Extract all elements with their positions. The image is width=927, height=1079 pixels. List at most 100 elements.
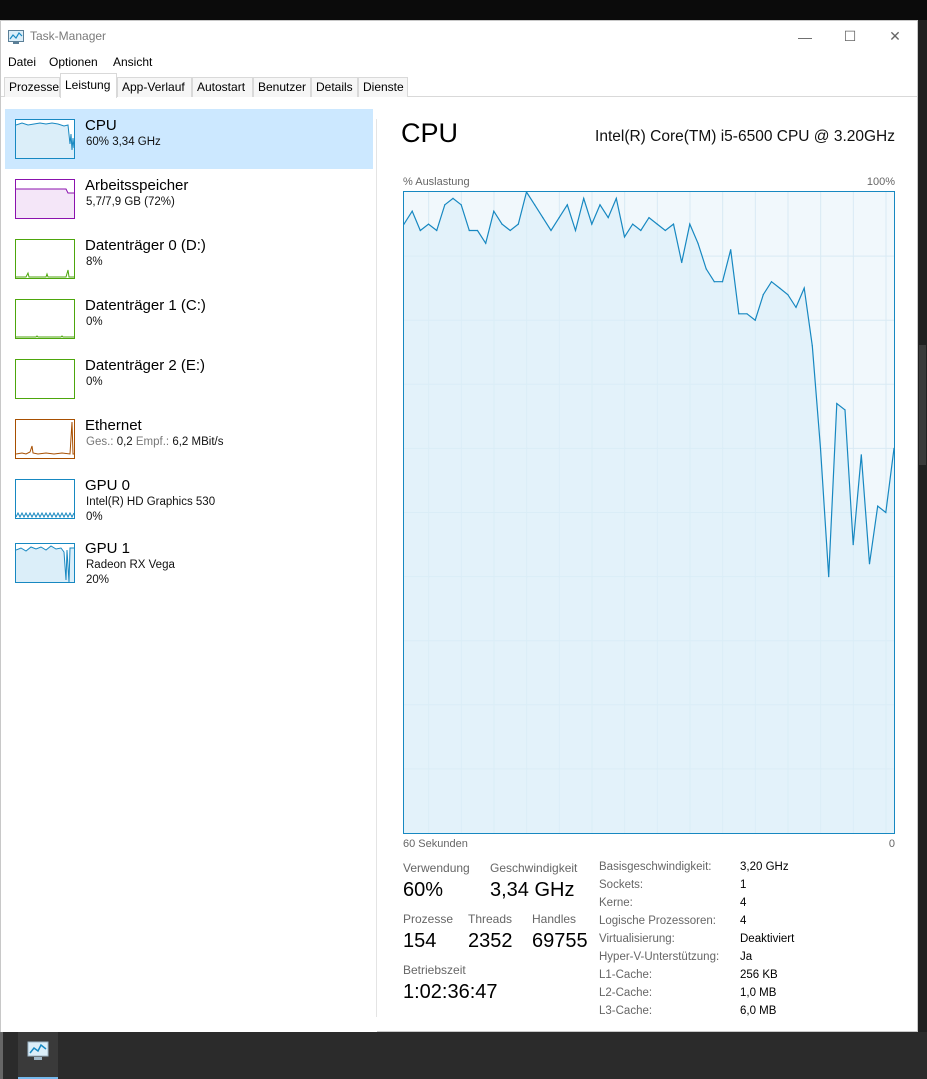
info-label-logical-processors: Logische Prozessoren: xyxy=(599,915,716,927)
speed-label: Geschwindigkeit xyxy=(490,861,578,875)
device-name: GPU 1 xyxy=(85,540,131,557)
y-axis-label: % Auslastung xyxy=(403,176,470,188)
processes-value: 154 xyxy=(403,930,437,952)
cpu-model-name: Intel(R) Core(TM) i5-6500 CPU @ 3.20GHz xyxy=(595,128,895,145)
cpu-usage-point xyxy=(705,268,707,270)
usage-label: Verwendung xyxy=(403,861,470,875)
tab-details[interactable]: Details xyxy=(311,77,358,97)
cpu-usage-point xyxy=(509,229,511,232)
device-item-arbeitsspeicher[interactable]: Arbeitsspeicher 5,7/7,9 GB (72%) xyxy=(5,169,373,229)
minimize-button[interactable]: — xyxy=(782,21,828,52)
ethernet-receive-label: Empf.: xyxy=(135,436,170,448)
info-value-base-speed: 3,20 GHz xyxy=(740,861,789,873)
device-item-datentraeger-0[interactable]: Datenträger 0 (D:) 8% xyxy=(5,229,373,289)
cpu-usage-point xyxy=(770,281,773,283)
tab-benutzer[interactable]: Benutzer xyxy=(253,77,311,97)
cpu-usage-point xyxy=(615,197,617,199)
task-manager-window: Task-Manager — ☐ ✕ Datei Optionen Ansich… xyxy=(0,20,918,1032)
cpu-usage-point xyxy=(844,409,846,411)
handles-value: 69755 xyxy=(532,930,588,952)
device-name: Datenträger 2 (E:) xyxy=(85,357,206,374)
device-status: 20% xyxy=(86,574,110,586)
disk2-thumbnail-graph xyxy=(15,359,75,399)
cpu-usage-point xyxy=(558,217,560,219)
cpu-usage-point xyxy=(738,313,740,315)
cpu-usage-point xyxy=(860,454,862,456)
tab-autostart[interactable]: Autostart xyxy=(192,77,253,97)
cpu-thumbnail-graph xyxy=(15,119,75,159)
tab-prozesse[interactable]: Prozesse xyxy=(4,77,60,97)
device-name: GPU 0 xyxy=(85,477,131,494)
threads-value: 2352 xyxy=(468,930,513,952)
cpu-usage-point xyxy=(485,242,487,244)
cpu-usage-point xyxy=(640,229,642,232)
device-item-gpu-0[interactable]: GPU 0 Intel(R) HD Graphics 530 0% xyxy=(5,469,373,529)
cpu-usage-point xyxy=(460,204,462,206)
device-status: 60% 3,34 GHz xyxy=(86,136,161,148)
menu-ansicht[interactable]: Ansicht xyxy=(113,55,152,69)
cpu-usage-point xyxy=(803,287,805,289)
processes-label: Prozesse xyxy=(403,912,454,926)
device-status: 0% xyxy=(86,316,103,328)
menu-optionen[interactable]: Optionen xyxy=(49,55,98,69)
device-item-ethernet[interactable]: Ethernet Ges.: 0,2 Empf.: 6,2 MBit/s xyxy=(5,409,373,469)
cpu-usage-point xyxy=(689,223,691,225)
cpu-usage-graph xyxy=(403,191,895,834)
info-value-cores: 4 xyxy=(740,897,747,909)
device-name: Arbeitsspeicher xyxy=(85,177,189,194)
cpu-usage-point xyxy=(583,197,585,199)
tab-leistung[interactable]: Leistung xyxy=(60,73,117,98)
info-value-l2-cache: 1,0 MB xyxy=(740,987,777,999)
desktop-top-strip xyxy=(0,0,927,20)
memory-thumbnail-graph xyxy=(15,179,75,219)
device-status: Ges.: 0,2 Empf.: 6,2 MBit/s xyxy=(86,436,223,448)
cpu-usage-point xyxy=(836,402,838,405)
cpu-usage-point xyxy=(885,511,887,514)
device-name: Datenträger 0 (D:) xyxy=(85,237,206,254)
disk0-thumbnail-graph xyxy=(15,239,75,279)
speed-value: 3,34 GHz xyxy=(490,879,575,901)
ethernet-send-value: 0,2 xyxy=(116,436,133,448)
device-item-datentraeger-2[interactable]: Datenträger 2 (E:) 0% xyxy=(5,349,373,409)
title-bar[interactable]: Task-Manager — ☐ ✕ xyxy=(1,21,917,52)
cpu-usage-point xyxy=(427,223,430,225)
gpu0-thumbnail-graph xyxy=(15,479,75,519)
cpu-usage-point xyxy=(730,249,732,251)
cpu-usage-point xyxy=(476,229,479,232)
cpu-usage-point xyxy=(681,261,683,264)
cpu-usage-point xyxy=(746,313,748,315)
x-axis-right-label: 0 xyxy=(888,838,895,850)
uptime-label: Betriebszeit xyxy=(403,963,466,977)
cpu-usage-point xyxy=(754,319,756,321)
cpu-usage-point xyxy=(811,345,813,347)
taskbar xyxy=(0,1032,927,1079)
tab-app-verlauf[interactable]: App-Verlauf xyxy=(117,77,192,97)
menu-datei[interactable]: Datei xyxy=(8,55,36,69)
info-label-l3-cache: L3-Cache: xyxy=(599,1005,653,1017)
device-item-gpu-1[interactable]: GPU 1 Radeon RX Vega 20% xyxy=(5,535,373,593)
info-value-l1-cache: 256 KB xyxy=(740,969,778,981)
maximize-button[interactable]: ☐ xyxy=(827,21,873,52)
tab-dienste[interactable]: Dienste xyxy=(358,77,408,97)
cpu-usage-point xyxy=(444,204,446,206)
info-value-l3-cache: 6,0 MB xyxy=(740,1005,777,1017)
cpu-detail-pane: CPU Intel(R) Core(TM) i5-6500 CPU @ 3.20… xyxy=(377,98,917,1032)
cpu-usage-point xyxy=(664,229,666,232)
ethernet-thumbnail-graph xyxy=(15,419,75,459)
close-button[interactable]: ✕ xyxy=(872,21,918,52)
cpu-usage-point xyxy=(493,210,495,212)
tab-bar: Prozesse Leistung App-Verlauf Autostart … xyxy=(1,73,917,98)
cpu-usage-point xyxy=(542,217,544,219)
taskbar-edge xyxy=(0,1032,3,1079)
device-status: 0% xyxy=(86,511,103,523)
device-item-cpu[interactable]: CPU 60% 3,34 GHz xyxy=(5,109,373,169)
cpu-usage-point xyxy=(632,223,634,225)
close-icon: ✕ xyxy=(889,28,901,44)
taskbar-task-manager-button[interactable] xyxy=(18,1032,58,1079)
device-model: Intel(R) HD Graphics 530 xyxy=(86,496,216,508)
device-item-datentraeger-1[interactable]: Datenträger 1 (C:) 0% xyxy=(5,289,373,349)
gpu1-thumbnail-graph xyxy=(15,543,75,583)
cpu-usage-point xyxy=(828,576,830,578)
maximize-icon: ☐ xyxy=(843,28,857,44)
usage-value: 60% xyxy=(403,879,444,901)
